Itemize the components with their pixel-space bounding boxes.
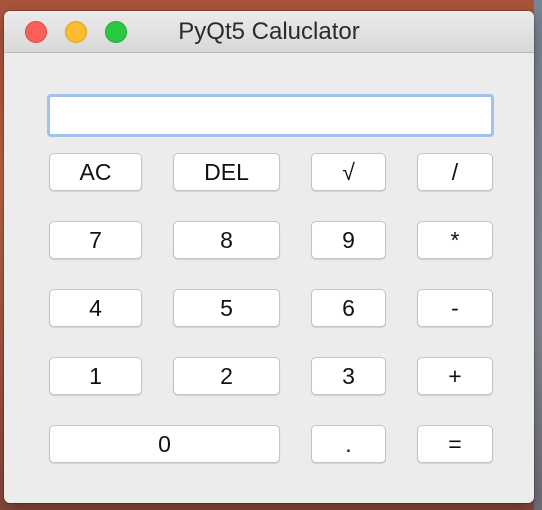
window-title: PyQt5 Caluclator [178,18,360,45]
digit-6-button[interactable]: 6 [311,289,386,327]
digit-7-button[interactable]: 7 [49,221,142,259]
digit-5-button[interactable]: 5 [173,289,280,327]
desktop-background [534,0,542,510]
digit-9-button[interactable]: 9 [311,221,386,259]
decimal-button[interactable]: . [311,425,386,463]
title-bar[interactable]: PyQt5 Caluclator [4,11,534,53]
subtract-button[interactable]: - [417,289,493,327]
divide-button[interactable]: / [417,153,493,191]
calculator-window: PyQt5 Caluclator AC DEL √ / 7 8 9 * 4 5 … [4,11,534,503]
digit-3-button[interactable]: 3 [311,357,386,395]
add-button[interactable]: + [417,357,493,395]
digit-1-button[interactable]: 1 [49,357,142,395]
sqrt-button[interactable]: √ [311,153,386,191]
equals-button[interactable]: = [417,425,493,463]
digit-4-button[interactable]: 4 [49,289,142,327]
multiply-button[interactable]: * [417,221,493,259]
delete-button[interactable]: DEL [173,153,280,191]
ac-button[interactable]: AC [49,153,142,191]
digit-8-button[interactable]: 8 [173,221,280,259]
calculator-display[interactable] [47,94,494,137]
digit-2-button[interactable]: 2 [173,357,280,395]
digit-0-button[interactable]: 0 [49,425,280,463]
